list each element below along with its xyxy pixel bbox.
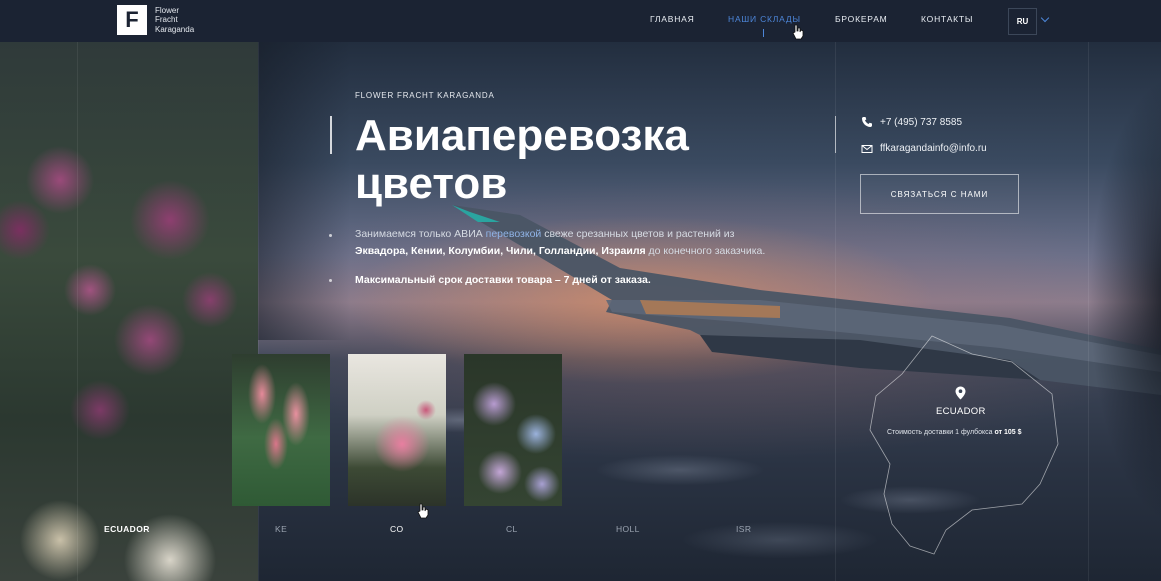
hydrangea-photo[interactable] [464,354,562,506]
tab-kenya[interactable]: KE [275,524,287,534]
desc-countries: Эквадора, Кении, Колумбии, Чили, Голланд… [355,245,646,257]
page-title: Авиаперевозка цветов [355,112,775,208]
logo-line: Flower [155,5,180,15]
tab-israel[interactable]: ISR [736,524,751,534]
phone-number: +7 (495) 737 8585 [880,116,963,128]
mail-icon [861,144,873,153]
logo-text: Flower Fracht Karaganda [155,6,194,35]
contacts-accent-bar [835,116,836,153]
contact-us-button[interactable]: СВЯЗАТЬСЯ С НАМИ [860,174,1019,214]
cursor-icon [792,24,804,40]
price-prefix: Стоимость доставки 1 фулбокса [887,429,995,436]
bullet-dot [329,234,332,237]
country-map-outline [869,335,1059,555]
bullet-dot [329,279,332,282]
desc-text: Занимаемся только АВИА [355,228,486,240]
title-line: Авиаперевозка [355,111,689,160]
chevron-down-icon[interactable] [1040,13,1050,23]
tab-ecuador[interactable]: ECUADOR [104,524,150,534]
logo-line: Fracht [155,15,178,25]
grid-line [77,42,78,581]
hero-kicker: FLOWER FRACHT KARAGANDA [355,91,495,100]
desc-highlight: перевозкой [485,228,542,240]
logo-mark: F [117,5,147,35]
map-price-note: Стоимость доставки 1 фулбокса от 105 $ [887,429,1021,436]
calla-lilies-photo[interactable] [232,354,330,506]
grid-line [1088,42,1089,581]
logo-line: Karaganda [155,24,195,34]
nav-item-warehouses[interactable]: НАШИ СКЛАДЫ [728,14,801,24]
roses-photo [0,40,258,581]
email-address: ffkaragandainfo@info.ru [880,143,987,154]
hero-description: Занимаемся только АВИА перевозкой свеже … [355,226,785,260]
phone-icon [862,117,872,127]
title-line: цветов [355,159,508,208]
delivery-note: Максимальный срок доставки товара – 7 дн… [355,274,651,286]
tab-holland[interactable]: HOLL [616,524,640,534]
email-row[interactable]: ffkaragandainfo@info.ru [860,143,987,154]
map-country-label: ECUADOR [936,406,986,417]
desc-text: до конечного заказчика. [645,245,766,257]
title-accent-bar [330,116,332,154]
nav-item-home[interactable]: ГЛАВНАЯ [650,14,695,24]
nav-item-brokers[interactable]: БРОКЕРАМ [835,14,888,24]
active-nav-indicator [763,29,764,37]
phone-row[interactable]: +7 (495) 737 8585 [860,116,962,128]
top-navbar: F Flower Fracht Karaganda ГЛАВНАЯ НАШИ С… [0,0,1161,42]
pink-rose-photo[interactable] [348,354,446,506]
cursor-icon [417,503,429,519]
tab-chile[interactable]: CL [506,524,518,534]
desc-text: свеже срезанных цветов и растений из [541,228,735,240]
tab-colombia[interactable]: CO [390,524,404,534]
nav-item-contacts[interactable]: КОНТАКТЫ [921,14,973,24]
language-selector[interactable]: RU [1008,8,1037,35]
price-value: от 105 $ [994,429,1022,436]
logo[interactable]: F Flower Fracht Karaganda [117,5,194,35]
map-pin-icon [955,386,966,400]
